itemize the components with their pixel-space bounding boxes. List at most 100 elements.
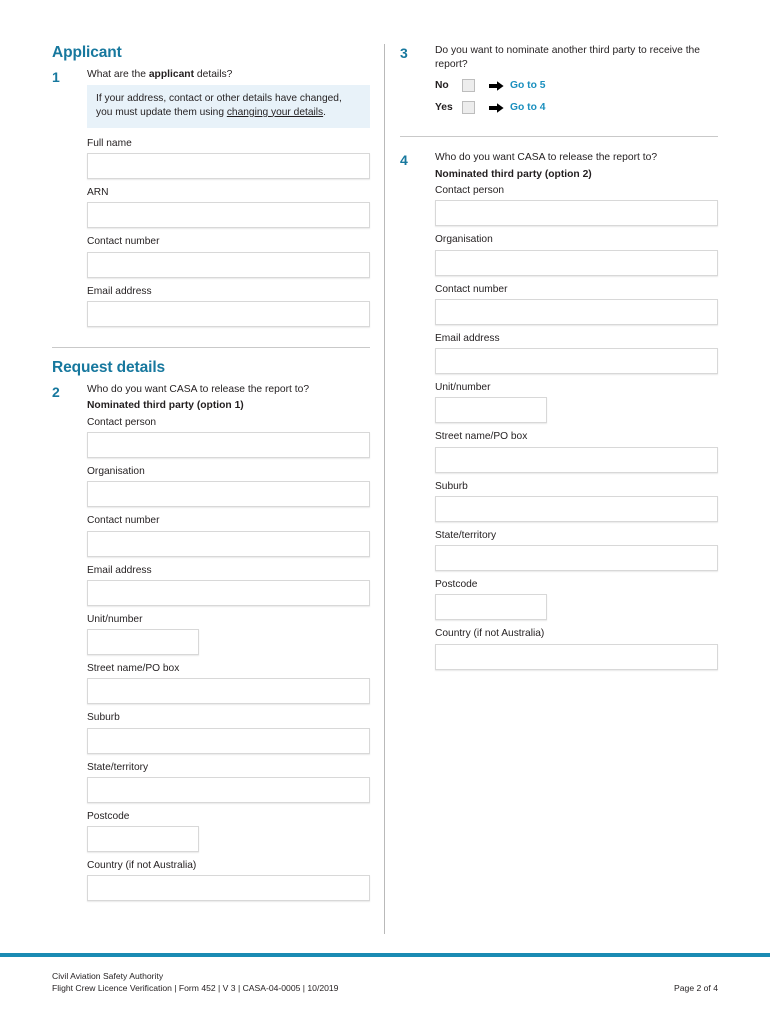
- field-label: Email address: [87, 564, 152, 576]
- email-address-input[interactable]: [87, 579, 370, 606]
- form-page: Applicant 1 What are the applicant detai…: [0, 0, 770, 1024]
- field-label: Street name/PO box: [435, 431, 528, 443]
- suburb-input[interactable]: [87, 727, 370, 754]
- field-email-address: Email address: [87, 285, 370, 327]
- option-yes-goto[interactable]: Go to 4: [510, 102, 545, 113]
- field-street-name: Street name/PO box: [435, 430, 718, 473]
- field-state-territory: State/territory: [87, 761, 370, 803]
- question-4-text: Who do you want CASA to release the repo…: [435, 152, 658, 164]
- field-postcode: Postcode: [435, 578, 718, 621]
- field-street-name: Street name/PO box: [87, 662, 370, 705]
- field-contact-number: Contact number: [87, 235, 370, 278]
- field-label: Street name/PO box: [87, 663, 180, 675]
- arrow-right-icon: [489, 102, 504, 114]
- organisation-input[interactable]: [87, 481, 370, 508]
- question-4-subheading: Nominated third party (option 2): [435, 168, 592, 180]
- field-organisation: Organisation: [87, 465, 370, 508]
- contact-person-input[interactable]: [435, 200, 718, 227]
- street-name-input[interactable]: [435, 446, 718, 473]
- field-suburb: Suburb: [87, 711, 370, 754]
- street-name-input[interactable]: [87, 678, 370, 705]
- option-yes-checkbox[interactable]: [462, 101, 475, 115]
- field-label: Suburb: [435, 480, 468, 492]
- field-label: Organisation: [435, 234, 493, 246]
- contact-number-input[interactable]: [87, 530, 370, 557]
- suburb-input[interactable]: [435, 495, 718, 522]
- postcode-input[interactable]: [435, 594, 547, 621]
- unit-number-input[interactable]: [87, 629, 199, 656]
- field-suburb: Suburb: [435, 480, 718, 522]
- option-yes-label: Yes: [435, 102, 453, 114]
- field-label: Email address: [435, 332, 500, 344]
- field-country: Country (if not Australia): [87, 859, 370, 902]
- state-territory-input[interactable]: [435, 545, 718, 572]
- option2-fields: Contact person Organisation Contact numb…: [435, 184, 718, 670]
- question-1-number: 1: [52, 69, 60, 86]
- question-3: 3 Do you want to nominate another third …: [400, 44, 718, 120]
- left-column: Applicant 1 What are the applicant detai…: [52, 44, 370, 934]
- column-gap: [370, 44, 400, 934]
- field-label: Contact person: [435, 185, 505, 197]
- field-full-name: Full name: [87, 137, 370, 180]
- field-label: Contact number: [87, 236, 160, 248]
- field-arn: ARN: [87, 186, 370, 229]
- footer-organisation: Civil Aviation Safety Authority: [52, 971, 164, 981]
- field-unit-number: Unit/number: [87, 613, 370, 656]
- changing-your-details-link[interactable]: changing your details: [227, 107, 323, 118]
- full-name-input[interactable]: [87, 153, 370, 180]
- state-territory-input[interactable]: [87, 776, 370, 803]
- option-no-goto[interactable]: Go to 5: [510, 80, 545, 91]
- callout-text-after: .: [323, 106, 326, 118]
- field-label: Country (if not Australia): [87, 860, 197, 872]
- field-postcode: Postcode: [87, 810, 370, 853]
- footer-identity: Civil Aviation Safety Authority Flight C…: [52, 970, 338, 995]
- field-label: State/territory: [435, 529, 497, 541]
- field-email-address: Email address: [87, 564, 370, 606]
- question-1-text-before: What are the: [87, 69, 149, 81]
- question-1-text-after: details?: [194, 69, 233, 81]
- postcode-input[interactable]: [87, 826, 199, 853]
- form-columns: Applicant 1 What are the applicant detai…: [52, 44, 718, 934]
- field-contact-person: Contact person: [87, 416, 370, 459]
- arrow-right-icon: [489, 80, 504, 92]
- footer-page-number: Page 2 of 4: [674, 983, 718, 993]
- email-address-input[interactable]: [435, 348, 718, 375]
- field-contact-number: Contact number: [435, 283, 718, 325]
- section-divider: [400, 136, 718, 138]
- question-2: 2 Who do you want CASA to release the re…: [52, 383, 370, 908]
- question-4-number: 4: [400, 152, 408, 169]
- unit-number-input[interactable]: [435, 397, 547, 424]
- field-label: State/territory: [87, 761, 149, 773]
- question-4: 4 Who do you want CASA to release the re…: [400, 151, 718, 676]
- section-title-request-details: Request details: [52, 358, 166, 376]
- field-organisation: Organisation: [435, 233, 718, 276]
- field-label: Email address: [87, 285, 152, 297]
- question-2-number: 2: [52, 383, 60, 400]
- option-no-checkbox[interactable]: [462, 79, 475, 93]
- country-input[interactable]: [87, 875, 370, 902]
- field-contact-person: Contact person: [435, 184, 718, 227]
- arn-input[interactable]: [87, 202, 370, 229]
- email-address-input[interactable]: [87, 300, 370, 327]
- contact-number-input[interactable]: [435, 298, 718, 325]
- callout-update-details: If your address, contact or other detail…: [87, 84, 370, 128]
- field-label: Organisation: [87, 466, 145, 478]
- option-no: No Go to 5: [435, 76, 718, 95]
- field-label: Full name: [87, 137, 132, 149]
- contact-number-input[interactable]: [87, 251, 370, 278]
- organisation-input[interactable]: [435, 249, 718, 276]
- field-label: Country (if not Australia): [435, 628, 545, 640]
- column-separator: [384, 44, 385, 934]
- contact-person-input[interactable]: [87, 432, 370, 459]
- field-label: Postcode: [87, 810, 130, 822]
- field-contact-number: Contact number: [87, 514, 370, 557]
- right-column: 3 Do you want to nominate another third …: [400, 44, 718, 934]
- question-3-options: No Go to 5 Yes Go to 4: [435, 76, 718, 117]
- footer-rule: [0, 953, 770, 957]
- field-label: Contact number: [87, 515, 160, 527]
- applicant-fields: Full name ARN Contact number Email addre…: [87, 137, 370, 327]
- question-2-subheading: Nominated third party (option 1): [87, 400, 244, 412]
- field-label: Postcode: [435, 579, 478, 591]
- field-label: Contact person: [87, 416, 157, 428]
- country-input[interactable]: [435, 643, 718, 670]
